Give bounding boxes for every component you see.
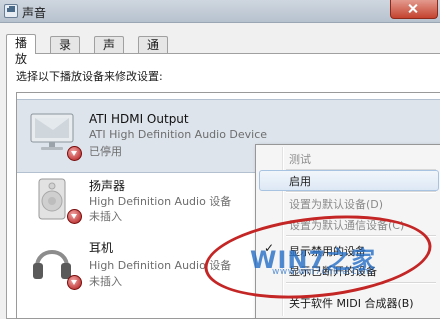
instruction-label: 选择以下播放设备来修改设置: xyxy=(16,70,163,83)
device-description: High Definition Audio 设备 xyxy=(89,195,232,208)
headphones-icon xyxy=(29,239,82,290)
device-status: 未插入 xyxy=(89,275,122,288)
device-name: 耳机 xyxy=(89,241,114,255)
device-description: ATI High Definition Audio Device xyxy=(89,128,268,141)
device-name: 扬声器 xyxy=(89,179,126,193)
speaker-icon xyxy=(29,177,82,224)
close-button[interactable] xyxy=(390,0,438,19)
device-status: 已停用 xyxy=(89,145,122,158)
status-unplugged-icon xyxy=(67,209,82,224)
monitor-icon xyxy=(29,110,82,161)
tab-recording[interactable]: 录制 xyxy=(50,36,81,68)
menu-item-test[interactable]: 测试 xyxy=(289,151,311,167)
tab-communications[interactable]: 通信 xyxy=(138,36,169,68)
status-unplugged-icon xyxy=(67,275,82,290)
tab-sounds[interactable]: 声音 xyxy=(94,36,125,68)
menu-highlight xyxy=(259,170,439,191)
menu-separator xyxy=(286,191,436,193)
speaker-app-icon xyxy=(4,4,18,18)
status-disabled-icon xyxy=(67,146,82,161)
menu-item-set-default[interactable]: 设置为默认设备(D) xyxy=(289,196,383,212)
device-name: ATI HDMI Output xyxy=(89,112,189,126)
tab-playback[interactable]: 播放 xyxy=(6,34,37,66)
title-bar: 声音 xyxy=(0,0,440,23)
window-title: 声音 xyxy=(22,6,47,20)
menu-item-enable[interactable]: 启用 xyxy=(289,173,311,189)
device-status: 未插入 xyxy=(89,210,122,223)
